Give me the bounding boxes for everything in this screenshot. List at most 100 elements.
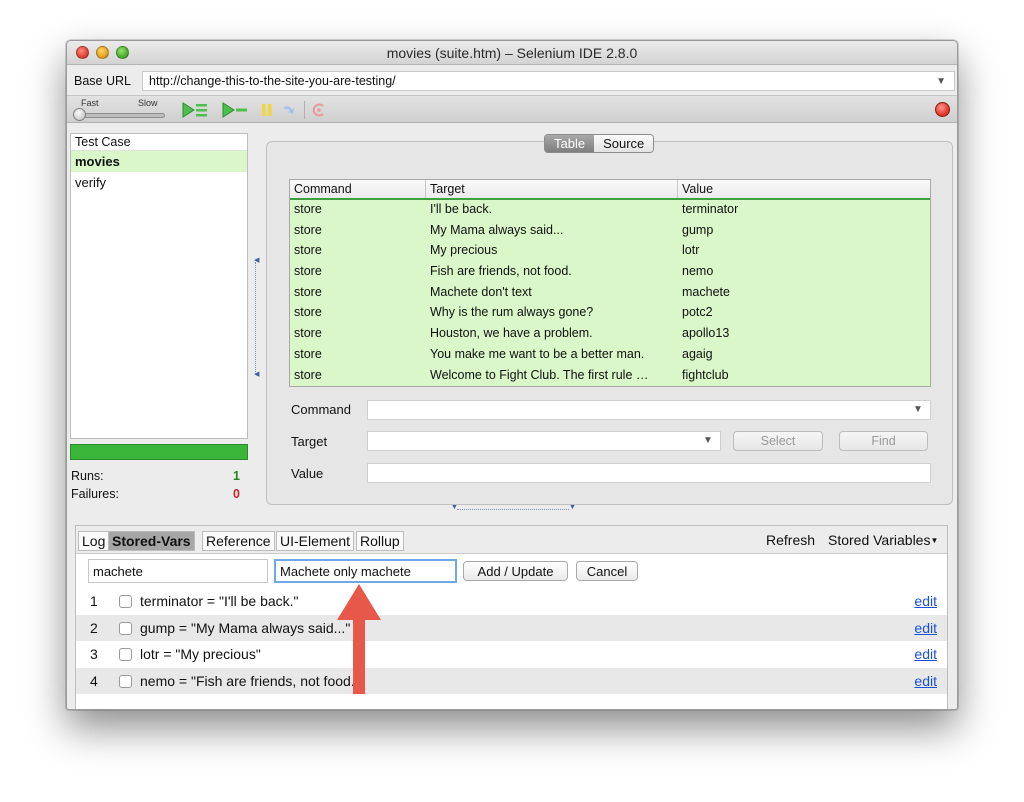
target-cell: Machete don't text [430, 284, 532, 299]
variable-checkbox[interactable] [119, 648, 132, 661]
selenium-ide-window: movies (suite.htm) – Selenium IDE 2.8.0 … [66, 40, 958, 710]
value-cell: machete [682, 284, 730, 299]
title-bar: movies (suite.htm) – Selenium IDE 2.8.0 [67, 41, 957, 65]
speed-slider-track[interactable] [75, 113, 165, 118]
command-row[interactable]: store I'll be back. terminator [290, 200, 930, 221]
value-cell: nemo [682, 264, 714, 279]
collapse-left-icon[interactable]: ◀ [254, 370, 259, 378]
variable-checkbox[interactable] [119, 621, 132, 635]
variable-edit-link[interactable]: edit [914, 593, 937, 609]
target-cell: Welcome to Fight Club. The first rule … [430, 367, 649, 382]
pause-button[interactable] [260, 101, 274, 119]
variable-index: 4 [90, 672, 98, 689]
annotation-arrow-shaft [353, 618, 365, 694]
tab-table[interactable]: Table [545, 135, 595, 152]
command-cell: store [294, 326, 322, 341]
pause-icon [262, 104, 272, 116]
splitter-line [255, 262, 256, 372]
column-header-value[interactable]: Value [678, 180, 930, 198]
target-cell: Why is the rum always gone? [430, 305, 594, 320]
speed-slider-knob[interactable] [73, 108, 86, 121]
stored-variables-list: 1 terminator = "I'll be back." edit 2 gump =… [76, 588, 947, 694]
command-table-body: store I'll be back. terminator store My Mama… [290, 200, 930, 387]
value-cell: fightclub [682, 367, 729, 382]
variable-text: nemo = "Fish are friends, not food." [140, 672, 360, 689]
play-suite-icon [182, 102, 207, 118]
rollup-button[interactable] [311, 101, 327, 119]
tab-reference[interactable]: Reference [202, 531, 275, 551]
cancel-button[interactable]: Cancel [576, 561, 638, 581]
command-row[interactable]: store You make me want to be a better man… [290, 344, 930, 366]
speed-slow-label: Slow [138, 98, 158, 108]
variable-text: terminator = "I'll be back." [140, 593, 299, 609]
play-suite-button[interactable] [181, 101, 209, 119]
value-cell: terminator [682, 202, 739, 216]
tab-ui-element[interactable]: UI-Element [276, 531, 355, 551]
column-header-command[interactable]: Command [290, 180, 426, 198]
select-button[interactable]: Select [733, 431, 823, 451]
command-row[interactable]: store My precious lotr [290, 241, 930, 263]
stored-variables-label: Stored Variables [828, 532, 931, 548]
variable-edit-link[interactable]: edit [914, 620, 937, 636]
target-cell: I'll be back. [430, 202, 493, 216]
annotation-arrow-head [337, 584, 381, 620]
variable-edit-link[interactable]: edit [914, 673, 937, 689]
horizontal-splitter[interactable]: ▼ ▼ [451, 504, 576, 513]
chevron-down-icon[interactable]: ▼ [936, 76, 946, 87]
command-row[interactable]: store Machete don't text machete [290, 282, 930, 304]
command-cell: store [294, 346, 322, 361]
command-field-label: Command [291, 402, 351, 417]
command-cell: store [294, 264, 322, 279]
test-progress-bar [70, 444, 248, 460]
command-row[interactable]: store Fish are friends, not food. nemo [290, 262, 930, 283]
tab-source[interactable]: Source [594, 135, 654, 152]
variable-text: lotr = "My precious" [140, 646, 261, 662]
command-cell: store [294, 284, 322, 299]
add-update-button[interactable]: Add / Update [463, 561, 568, 581]
command-field[interactable] [367, 400, 931, 420]
column-header-target[interactable]: Target [426, 180, 678, 198]
find-button[interactable]: Find [839, 431, 928, 451]
variable-checkbox[interactable] [119, 674, 132, 688]
bottom-tab-bar: Log Stored-Vars Reference UI-Element Rol… [76, 526, 947, 554]
tab-stored-vars[interactable]: Stored-Vars [108, 531, 195, 551]
command-table-header: Command Target Value [290, 180, 930, 200]
command-cell: store [294, 367, 322, 382]
test-case-item-verify[interactable]: verify [71, 172, 247, 193]
tab-rollup[interactable]: Rollup [356, 531, 404, 551]
step-button[interactable] [282, 101, 296, 119]
rollup-icon [312, 103, 324, 117]
variable-row: 3 lotr = "My precious" edit [76, 641, 947, 668]
variable-name-input[interactable]: machete [88, 559, 268, 583]
command-row[interactable]: store My Mama always said... gump [290, 220, 930, 242]
editor-view-toggle: Table Source [544, 134, 655, 153]
record-button[interactable] [935, 102, 950, 117]
variable-index: 1 [90, 593, 98, 609]
failures-label: Failures: [71, 487, 119, 501]
variable-checkbox[interactable] [119, 595, 132, 608]
tab-log[interactable]: Log [78, 531, 110, 551]
value-field[interactable] [367, 463, 931, 483]
window-title: movies (suite.htm) – Selenium IDE 2.8.0 [386, 45, 638, 61]
command-row[interactable]: store Welcome to Fight Club. The first ru… [290, 365, 930, 387]
variable-edit-link[interactable]: edit [914, 646, 937, 662]
refresh-link[interactable]: Refresh [766, 532, 815, 548]
runs-count: 1 [233, 469, 240, 483]
variable-value-input[interactable]: Machete only machete [274, 559, 457, 583]
command-row[interactable]: store Houston, we have a problem. apollo13 [290, 324, 930, 345]
command-row[interactable]: store Why is the rum always gone? potc2 [290, 303, 930, 325]
variable-index: 2 [90, 619, 98, 636]
command-cell: store [294, 305, 322, 320]
splitter-line [457, 509, 569, 510]
target-field[interactable] [367, 431, 721, 451]
command-table: Command Target Value store I'll be back. t… [289, 179, 931, 387]
collapse-down-icon[interactable]: ▼ [569, 504, 576, 511]
chevron-down-icon[interactable]: ▼ [703, 435, 713, 446]
stored-variables-dropdown[interactable]: Stored Variables▼ [828, 532, 938, 548]
play-test-button[interactable] [221, 101, 249, 119]
vertical-splitter[interactable]: ◀ ◀ [254, 256, 259, 378]
value-cell: potc2 [682, 305, 713, 320]
chevron-down-icon[interactable]: ▼ [913, 404, 923, 415]
base-url-input[interactable]: http://change-this-to-the-site-you-are-t… [142, 71, 955, 91]
test-case-item-movies[interactable]: movies [71, 151, 247, 172]
